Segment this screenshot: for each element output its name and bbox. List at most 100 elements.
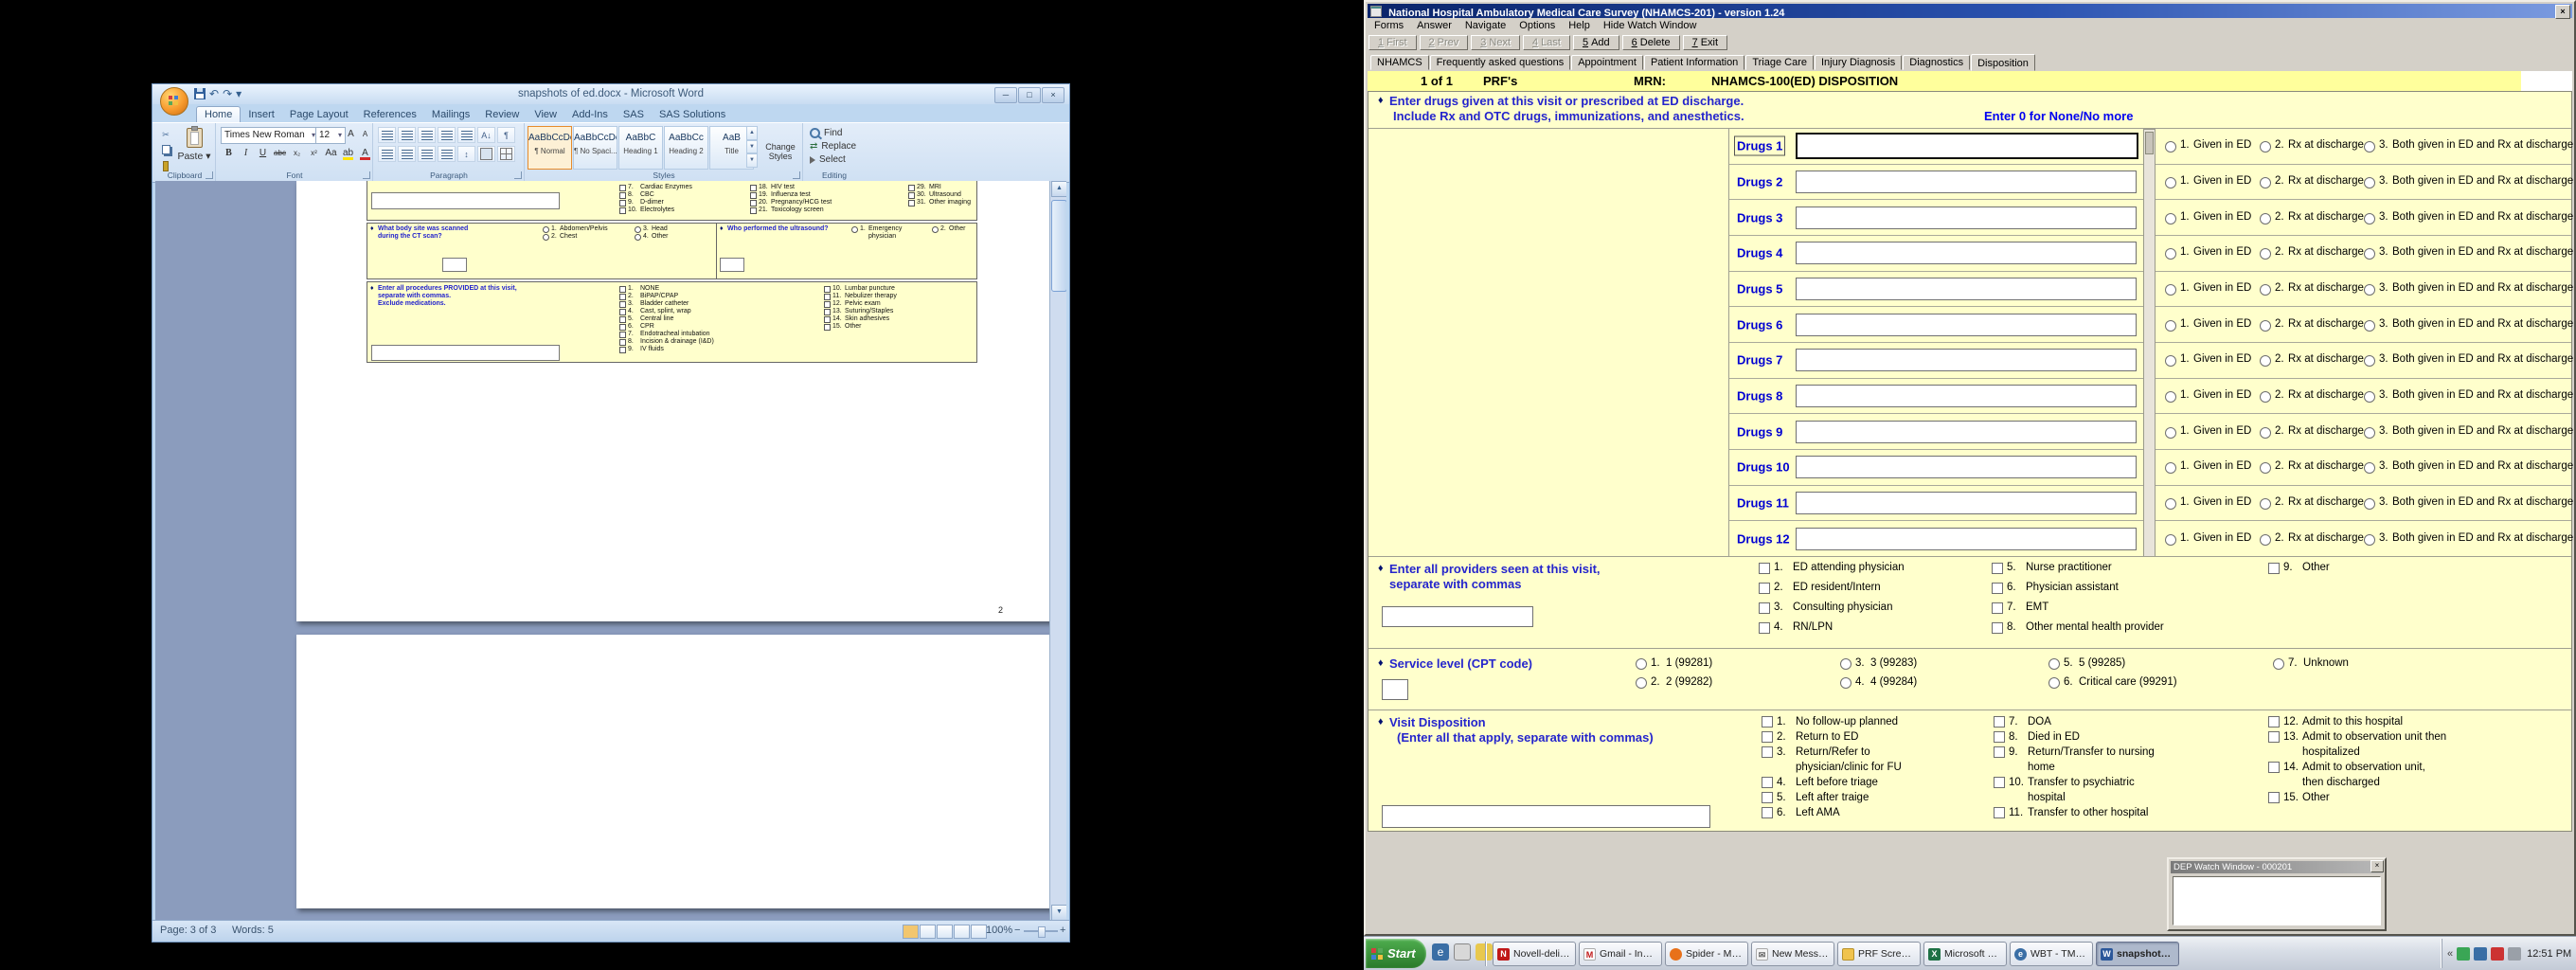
drug-option-radio[interactable]: 1.Given in ED [2165,532,2251,546]
scroll-up-icon[interactable]: ▲ [1051,181,1066,197]
increase-indent-button[interactable] [457,127,475,143]
toolbar-button[interactable]: 2Prev [1420,35,1469,50]
scroll-down-icon[interactable]: ▼ [1051,905,1066,921]
form-tab[interactable]: Triage Care [1745,55,1814,70]
drug-option-radio[interactable]: 2.Rx at discharge [2260,211,2364,225]
checkbox-option[interactable]: 8.CBC [619,191,692,199]
office-button-icon[interactable] [160,87,188,116]
checkbox-option[interactable]: 8.Incision & drainage (I&D) [619,338,714,346]
checkbox-option[interactable]: 3.Return/Refer to physician/clinic for F… [1762,745,1902,775]
drug-name-input[interactable] [1796,314,2137,336]
nhamcs-titlebar[interactable]: National Hospital Ambulatory Medical Car… [1368,4,2572,18]
taskbar-button-firefox[interactable]: Spider - Mozilla Fi... [1665,942,1748,966]
tray-icon[interactable] [2457,947,2470,961]
ribbon-tab[interactable]: Mailings [424,107,477,122]
drug-option-radio[interactable]: 1.Given in ED [2165,389,2251,403]
checkbox-option[interactable]: 1.NONE [619,285,714,293]
gallery-more-icon[interactable]: ▼ [746,153,758,168]
form-tab[interactable]: Frequently asked questions [1430,55,1571,70]
show-paragraph-marks-button[interactable]: ¶ [497,127,515,143]
checkbox-option[interactable]: 10.Transfer to psychiatric hospital [1994,775,2155,805]
checkbox-option[interactable]: 11.Nebulizer therapy [824,293,897,300]
radio-option[interactable]: 2.Other [932,225,966,233]
align-right-button[interactable] [418,146,436,162]
highlight-button[interactable]: ab [340,146,356,162]
paste-button[interactable]: Paste ▾ [177,126,211,170]
checkbox-option[interactable]: 13.Admit to observation unit then hospit… [2268,729,2446,760]
menu-item[interactable]: Options [1512,19,1562,32]
close-icon[interactable]: × [2555,5,2570,19]
checkbox-option[interactable]: 7.DOA [1994,714,2155,729]
ribbon-tab[interactable]: Review [477,107,527,122]
font-name-combo[interactable]: Times New Roman▾ [221,127,319,144]
radio-option[interactable]: 7.Unknown [2273,656,2349,671]
web-layout-view-button[interactable] [937,925,953,939]
drug-option-radio[interactable]: 3.Both given in ED and Rx at discharge [2364,460,2573,474]
scrollbar-thumb[interactable] [1051,200,1066,292]
drug-option-radio[interactable]: 2.Rx at discharge [2260,460,2364,474]
toolbar-button[interactable]: 4Last [1523,35,1570,50]
align-left-button[interactable] [378,146,396,162]
ie-icon[interactable]: e [1432,943,1449,961]
radio-option[interactable]: 2.2 (99282) [1636,675,1712,690]
toolbar-button[interactable]: 5Add [1573,35,1619,50]
drug-option-radio[interactable]: 3.Both given in ED and Rx at discharge [2364,496,2573,510]
checkbox-option[interactable]: 31.Other imaging [908,199,971,207]
drug-option-radio[interactable]: 2.Rx at discharge [2260,532,2364,546]
drug-option-radio[interactable]: 3.Both given in ED and Rx at discharge [2364,353,2573,367]
checkbox-option[interactable]: 1.ED attending physician [1759,561,1905,575]
zoom-level[interactable]: 100% [986,925,1012,936]
checkbox-option[interactable]: 2.ED resident/Intern [1759,581,1905,595]
taskbar-button-gmail[interactable]: MGmail - Inbox (1)... [1579,942,1662,966]
ribbon-tab[interactable]: SAS Solutions [652,107,733,122]
close-button[interactable]: × [1042,87,1064,103]
checkbox-option[interactable]: 21.Toxicology screen [750,207,832,214]
drug-option-radio[interactable]: 2.Rx at discharge [2260,425,2364,439]
align-center-button[interactable] [398,146,416,162]
drug-name-input[interactable] [1796,242,2137,264]
checkbox-option[interactable]: 9.IV fluids [619,346,714,353]
paragraph-dialog-launcher[interactable] [514,171,522,179]
drug-option-radio[interactable]: 3.Both given in ED and Rx at discharge [2364,425,2573,439]
radio-option[interactable]: 4.Other [635,233,669,241]
borders-button[interactable] [497,146,515,162]
radio-option[interactable]: 2.Chest [543,233,608,241]
form-tab[interactable]: Patient Information [1644,55,1744,70]
strikethrough-button[interactable]: abc [272,146,288,162]
checkbox-option[interactable]: 7.EMT [1992,601,2164,615]
bold-button[interactable]: B [221,146,237,162]
menu-item[interactable]: Navigate [1458,19,1512,32]
checkbox-option[interactable]: 11.Transfer to other hospital [1994,805,2155,820]
drug-option-radio[interactable]: 3.Both given in ED and Rx at discharge [2364,211,2573,225]
drug-option-radio[interactable]: 2.Rx at discharge [2260,175,2364,189]
checkbox-option[interactable]: 5.Central line [619,315,714,323]
fullscreen-view-button[interactable] [920,925,936,939]
drugs-scrollbar[interactable] [2143,129,2156,557]
checkbox-option[interactable]: 8.Other mental health provider [1992,620,2164,635]
print-layout-view-button[interactable] [903,925,919,939]
checkbox-option[interactable]: 7.Cardiac Enzymes [619,184,692,191]
taskbar-button-word-snapshots[interactable]: Wsnapshots of e... [2096,942,2179,966]
checkbox-option[interactable]: 5.Nurse practitioner [1992,561,2164,575]
drug-option-radio[interactable]: 3.Both given in ED and Rx at discharge [2364,532,2573,546]
checkbox-option[interactable]: 9.Return/Transfer to nursing home [1994,745,2155,775]
zoom-in-icon[interactable]: + [1060,925,1065,936]
checkbox-option[interactable]: 10.Electrolytes [619,207,692,214]
form-tab[interactable]: NHAMCS [1370,55,1429,70]
checkbox-option[interactable]: 6.CPR [619,323,714,331]
radio-option[interactable]: 3.Head [635,225,669,233]
checkbox-option[interactable]: 4.Cast, splint, wrap [619,308,714,315]
ct-site-input[interactable] [442,258,467,272]
drug-name-input[interactable] [1796,171,2137,193]
shrink-font-button[interactable]: A [357,127,373,143]
outline-view-button[interactable] [954,925,970,939]
underline-button[interactable]: U [255,146,271,162]
drug-option-radio[interactable]: 3.Both given in ED and Rx at discharge [2364,139,2573,153]
menu-item[interactable]: Hide Watch Window [1597,19,1704,32]
checkbox-option[interactable]: 3.Bladder catheter [619,300,714,308]
multilevel-list-button[interactable] [418,127,436,143]
checkbox-option[interactable]: 15.Other [2268,790,2446,805]
word-count[interactable]: Words: 5 [232,925,274,936]
drug-option-radio[interactable]: 2.Rx at discharge [2260,353,2364,367]
service-level-input[interactable] [1382,679,1408,700]
